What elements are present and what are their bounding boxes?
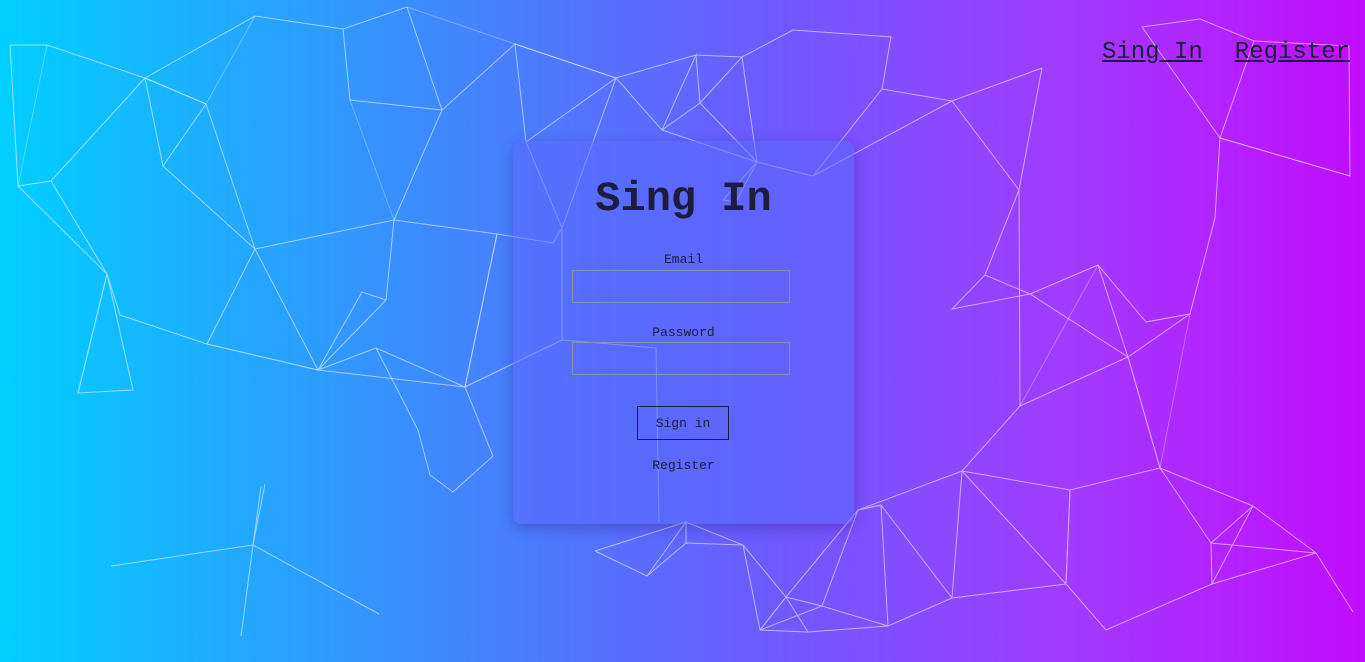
email-field[interactable] (572, 270, 790, 303)
top-nav: Sing In Register (1102, 38, 1350, 68)
password-label: Password (652, 325, 715, 340)
register-link[interactable]: Register (513, 458, 854, 474)
signin-button[interactable]: Sign in (637, 406, 729, 440)
signin-card: Sing In Email Password Sign in Register (513, 141, 854, 524)
email-label: Email (663, 252, 703, 267)
page-title: Sing In (595, 175, 772, 223)
nav-signin-link[interactable]: Sing In (1102, 38, 1203, 68)
nav-register-link[interactable]: Register (1235, 38, 1350, 68)
password-field[interactable] (572, 342, 790, 375)
